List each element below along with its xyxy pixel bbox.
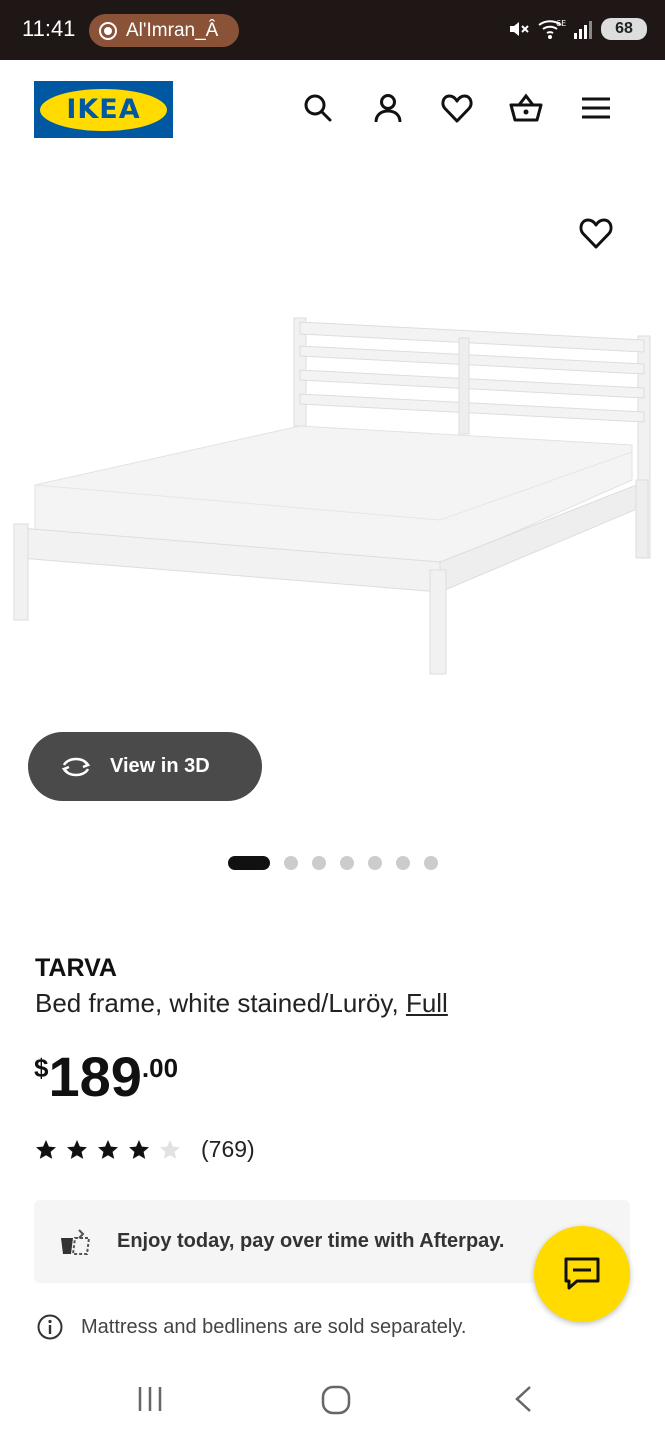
afterpay-icon	[61, 1228, 91, 1255]
pagination-dot[interactable]	[424, 856, 438, 870]
network-type: 6E	[556, 19, 566, 28]
review-count: (769)	[201, 1136, 255, 1162]
pagination-dot[interactable]	[368, 856, 382, 870]
mute-icon	[510, 22, 529, 36]
rotate-3d-icon	[61, 757, 91, 776]
pagination-dot[interactable]	[284, 856, 298, 870]
battery-indicator: 68	[601, 18, 647, 40]
wifi-icon: 6E	[538, 19, 566, 39]
heart-icon[interactable]	[439, 90, 475, 126]
profile-icon[interactable]	[370, 90, 406, 126]
signal-icon	[574, 21, 592, 39]
recording-pill-label: Al'Imran_Â	[126, 19, 219, 41]
star-empty-icon	[160, 1139, 180, 1159]
site-header: IKEA	[0, 60, 665, 160]
bed-illustration	[13, 317, 651, 675]
size-link[interactable]: Full	[406, 988, 448, 1018]
chat-button[interactable]	[534, 1226, 630, 1322]
back-icon[interactable]	[508, 1384, 538, 1414]
home-icon[interactable]	[320, 1384, 352, 1416]
status-icons: 6E 68	[507, 17, 647, 41]
logo-text: IKEA	[66, 94, 141, 125]
logo-oval: IKEA	[40, 88, 167, 131]
product-description: Bed frame, white stained/Luröy, Full	[35, 988, 448, 1019]
price-currency: $	[34, 1053, 49, 1083]
star-filled-icon	[36, 1139, 56, 1159]
recording-pill[interactable]: Al'Imran_Â	[89, 14, 239, 47]
star-filled-icon	[129, 1139, 149, 1159]
view-in-3d-label: View in 3D	[110, 755, 210, 777]
add-to-favorites-icon[interactable]	[576, 213, 616, 253]
view-in-3d-button[interactable]: View in 3D	[28, 732, 262, 801]
price-decimal: .00	[141, 1053, 179, 1083]
star-filled-icon	[98, 1139, 118, 1159]
info-text: Mattress and bedlinens are sold separate…	[81, 1315, 467, 1338]
pagination-dot-active[interactable]	[228, 856, 270, 870]
afterpay-text: Enjoy today, pay over time with Afterpay…	[117, 1230, 505, 1252]
gallery-pagination	[228, 856, 438, 870]
search-icon[interactable]	[300, 90, 336, 126]
product-image[interactable]	[0, 160, 665, 720]
info-icon	[37, 1314, 63, 1340]
product-price: $ 189 .00	[34, 1045, 178, 1109]
pagination-dot[interactable]	[340, 856, 354, 870]
pagination-dot[interactable]	[312, 856, 326, 870]
recent-apps-icon[interactable]	[135, 1384, 165, 1414]
ikea-logo[interactable]: IKEA	[34, 81, 173, 138]
pagination-dot[interactable]	[396, 856, 410, 870]
product-name: TARVA	[35, 954, 117, 982]
basket-icon[interactable]	[508, 90, 544, 126]
record-icon	[99, 21, 117, 40]
product-description-text: Bed frame, white stained/Luröy,	[35, 988, 406, 1018]
system-navigation-bar	[0, 1356, 665, 1440]
price-integer: 189	[48, 1045, 142, 1108]
chat-icon	[564, 1257, 600, 1290]
status-time: 11:41	[22, 16, 76, 41]
info-note: Mattress and bedlinens are sold separate…	[36, 1313, 466, 1341]
product-rating[interactable]: (769)	[34, 1136, 255, 1163]
star-filled-icon	[67, 1139, 87, 1159]
battery-level: 68	[615, 20, 633, 37]
menu-icon[interactable]	[578, 90, 614, 126]
status-bar: 11:41 Al'Imran_Â 6E 68	[0, 0, 665, 60]
